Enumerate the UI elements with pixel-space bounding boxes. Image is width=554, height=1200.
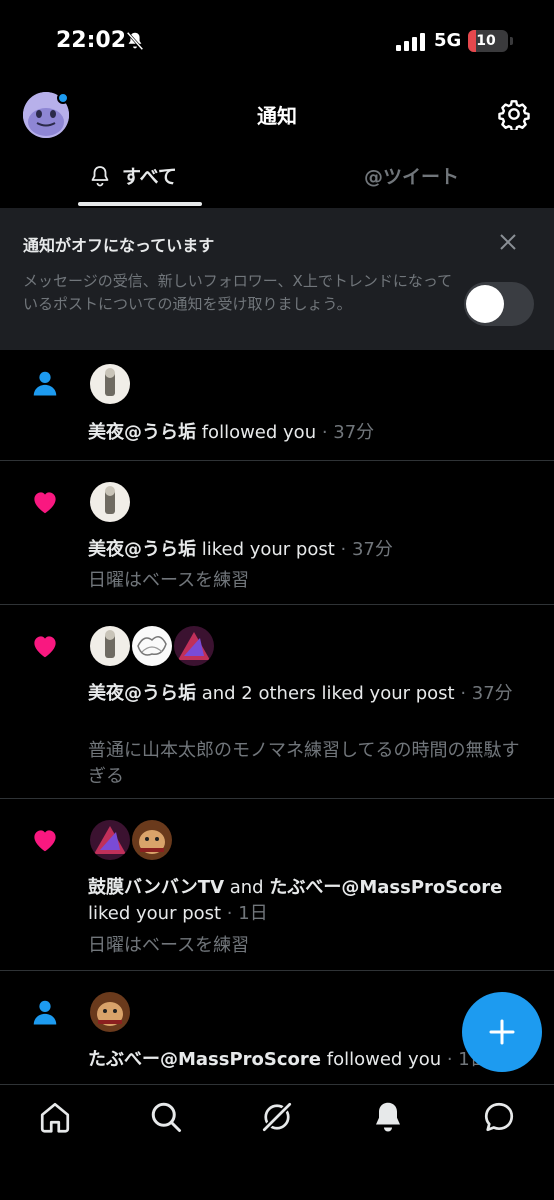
battery-tip [510, 37, 513, 45]
plus-icon [489, 1019, 515, 1045]
bell-slash-icon [126, 31, 144, 51]
notifications-off-banner: 通知がオフになっています メッセージの受信、新しいフォロワー、X上でトレンドにな… [0, 208, 554, 350]
notification-action: liked your post [88, 903, 222, 924]
person-icon [33, 1000, 57, 1025]
tab-all-label: すべて [122, 166, 177, 188]
banner-body: メッセージの受信、新しいフォロワー、X上でトレンドになっているポストについての通… [23, 272, 453, 313]
notification-item[interactable]: 美夜@うら垢 liked your post · 37分 日曜はベースを練習 [0, 461, 554, 605]
notification-time: · 37分 [316, 422, 375, 443]
tab-mentions[interactable]: @ツイート [364, 162, 459, 189]
post-snippet: 日曜はベースを練習 [88, 570, 250, 591]
messages-icon[interactable] [481, 1099, 517, 1135]
notification-time: · 37分 [454, 683, 513, 704]
heart-icon [34, 636, 56, 658]
battery-level: 10 [476, 33, 496, 49]
battery-icon: 10 [468, 30, 508, 52]
notifications-toggle[interactable] [464, 282, 534, 326]
post-snippet: 日曜はベースを練習 [88, 935, 250, 956]
notification-item[interactable]: 美夜@うら垢 followed you · 37分 [0, 350, 554, 461]
search-icon[interactable] [148, 1099, 184, 1135]
banner-title: 通知がオフになっています [23, 236, 215, 255]
signal-icon [396, 33, 425, 51]
notification-time: · 37分 [334, 539, 393, 560]
heart-icon [34, 830, 56, 852]
user-name[interactable]: 鼓膜バンバンTV [88, 877, 224, 898]
notification-text: 鼓膜バンバンTV and たぶべー@MassProScore liked your… [88, 875, 534, 927]
user-name[interactable]: たぶべー@MassProScore [88, 1049, 321, 1070]
notification-text: 美夜@うら垢 liked your post · 37分 [88, 537, 534, 563]
user-name[interactable]: 美夜@うら垢 [88, 422, 196, 443]
bell-icon[interactable] [370, 1099, 406, 1135]
notification-action: and 2 others liked your post [196, 683, 455, 704]
toggle-knob [466, 285, 504, 323]
home-icon[interactable] [37, 1099, 73, 1135]
tab-bar: すべて @ツイート [0, 150, 554, 208]
page-title: 通知 [257, 104, 297, 128]
close-icon[interactable] [496, 230, 520, 254]
notification-text: 美夜@うら垢 followed you · 37分 [88, 420, 534, 446]
notification-action: followed you [196, 422, 317, 443]
tab-mentions-label: @ツイート [364, 166, 460, 188]
compose-button[interactable] [462, 992, 542, 1072]
active-tab-indicator [78, 202, 202, 206]
bottom-nav [0, 1084, 554, 1200]
avatar[interactable] [130, 818, 174, 862]
heart-icon [34, 492, 56, 514]
network-label: 5G [434, 30, 462, 51]
notification-avatars [88, 990, 132, 1034]
tab-all[interactable]: すべて [88, 162, 177, 189]
user-name[interactable]: 美夜@うら垢 [88, 539, 196, 560]
notification-avatars [88, 362, 132, 406]
notification-text: 美夜@うら垢 and 2 others liked your post · 37… [88, 681, 534, 707]
person-icon [33, 371, 57, 396]
notification-avatars [88, 818, 174, 862]
user-name[interactable]: 美夜@うら垢 [88, 683, 196, 704]
post-snippet: 普通に山本太郎のモノマネ練習してるの時間の無駄すぎる [88, 740, 520, 787]
bell-icon [91, 165, 109, 186]
avatar[interactable] [172, 624, 216, 668]
avatar[interactable] [88, 624, 132, 668]
avatar[interactable] [88, 990, 132, 1034]
notification-time: · 1日 [221, 903, 268, 924]
avatar[interactable] [88, 818, 132, 862]
user-name-2[interactable]: たぶべー@MassProScore [269, 877, 502, 898]
notification-avatars [88, 624, 216, 668]
avatar[interactable] [88, 362, 132, 406]
notification-item[interactable]: 美夜@うら垢 and 2 others liked your post · 37… [0, 605, 554, 799]
avatar[interactable] [130, 624, 174, 668]
notification-conjunction: and [224, 877, 270, 898]
status-time: 22:02 [56, 28, 127, 53]
notification-action: liked your post [196, 539, 335, 560]
gear-icon[interactable] [498, 98, 530, 130]
grok-icon[interactable] [259, 1099, 295, 1135]
notification-action: followed you [321, 1049, 442, 1070]
status-bar: 22:02 5G 10 [0, 0, 554, 84]
notification-avatars [88, 480, 132, 524]
avatar[interactable] [88, 480, 132, 524]
notification-item[interactable]: 鼓膜バンバンTV and たぶべー@MassProScore liked your… [0, 799, 554, 971]
